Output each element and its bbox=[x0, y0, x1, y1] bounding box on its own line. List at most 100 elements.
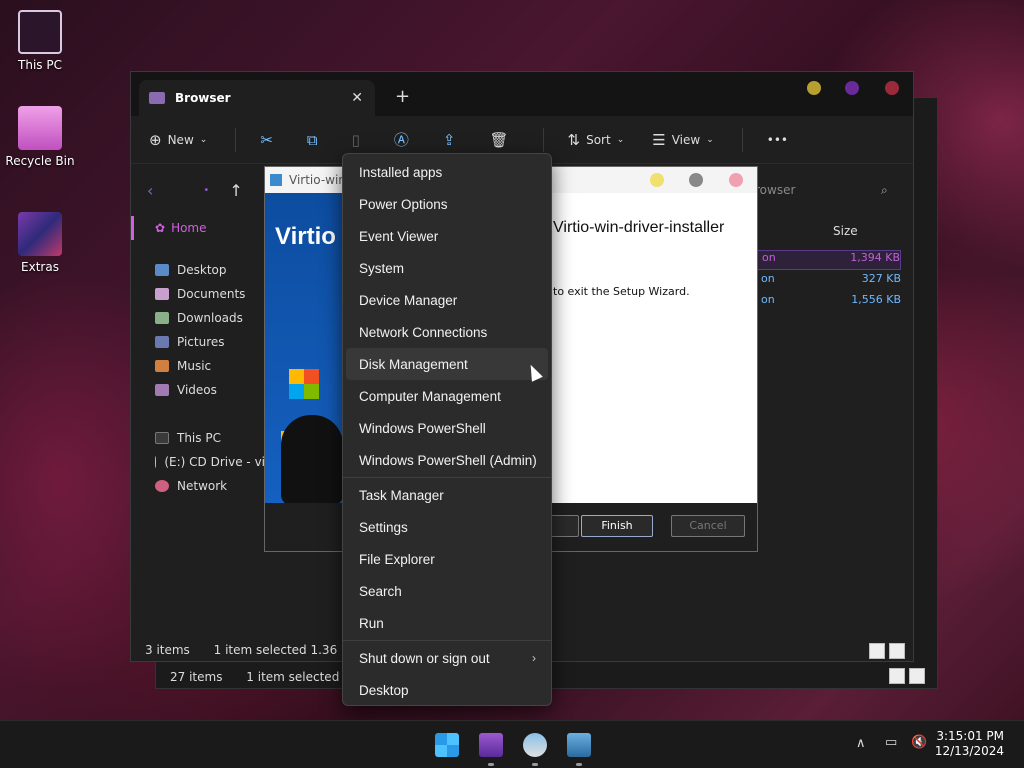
file-type: on bbox=[762, 251, 776, 264]
finish-button[interactable]: Finish bbox=[581, 515, 653, 537]
up-arrow-icon[interactable]: ↑ bbox=[229, 181, 242, 200]
column-header-size[interactable]: Size bbox=[833, 224, 858, 238]
chevron-up-icon[interactable]: ∧ bbox=[856, 736, 866, 751]
sidebar-item-label: Documents bbox=[177, 287, 246, 301]
sidebar-item-home[interactable]: ✿ Home bbox=[131, 216, 265, 240]
navigation-pane: ✿ Home Desktop Documents Downloads Pictu… bbox=[131, 216, 265, 631]
cut-button[interactable]: ✂ bbox=[260, 131, 279, 149]
search-icon[interactable]: ⌕ bbox=[881, 183, 888, 198]
table-row[interactable]: on 1,556 KB bbox=[751, 293, 901, 313]
new-tab-button[interactable]: + bbox=[395, 86, 410, 107]
toolbar-divider bbox=[542, 127, 544, 152]
menu-item-search[interactable]: Search bbox=[346, 575, 548, 607]
tab-bar: Browser ✕ + bbox=[131, 72, 913, 116]
sidebar-item-videos[interactable]: Videos bbox=[131, 378, 265, 402]
sidebar-item-desktop[interactable]: Desktop bbox=[131, 258, 265, 282]
details-view-icon[interactable] bbox=[889, 668, 905, 684]
tiles-view-icon[interactable] bbox=[889, 643, 905, 659]
menu-item-network-connections[interactable]: Network Connections bbox=[346, 316, 548, 348]
rename-button[interactable]: Ⓐ bbox=[394, 129, 415, 150]
documents-icon bbox=[155, 288, 169, 300]
view-label: View bbox=[671, 132, 701, 147]
menu-item-event-viewer[interactable]: Event Viewer bbox=[346, 220, 548, 252]
table-row[interactable]: on 1,394 KB bbox=[751, 250, 901, 270]
close-window-button[interactable] bbox=[729, 173, 743, 187]
menu-item-windows-powershell[interactable]: Windows PowerShell bbox=[346, 412, 548, 444]
maximize-button[interactable] bbox=[845, 81, 859, 95]
chevron-down-icon: ⌄ bbox=[616, 134, 625, 145]
close-window-button[interactable] bbox=[885, 81, 899, 95]
status-selected: 1 item selected 1.36 MB bbox=[213, 643, 360, 657]
close-icon[interactable]: ✕ bbox=[351, 90, 363, 106]
wizard-body-text: to exit the Setup Wizard. bbox=[553, 285, 690, 298]
menu-item-installed-apps[interactable]: Installed apps bbox=[346, 156, 548, 188]
desktop-icon-this-pc[interactable]: This PC bbox=[0, 10, 80, 72]
tab-title: Browser bbox=[175, 91, 231, 105]
tiles-view-icon[interactable] bbox=[909, 668, 925, 684]
sidebar-item-label: This PC bbox=[177, 431, 221, 445]
menu-item-system[interactable]: System bbox=[346, 252, 548, 284]
forward-indicator-icon[interactable]: • bbox=[203, 185, 209, 196]
folder-thumbnail-icon bbox=[18, 212, 62, 256]
minimize-button[interactable] bbox=[807, 81, 821, 95]
maximize-button[interactable] bbox=[689, 173, 703, 187]
dialog-title: Virtio-win bbox=[289, 173, 346, 187]
menu-item-disk-management[interactable]: Disk Management bbox=[346, 348, 548, 380]
back-arrow-icon[interactable]: ‹ bbox=[147, 181, 153, 200]
file-type: on bbox=[761, 272, 775, 285]
disk-tool-taskbar-icon[interactable] bbox=[523, 733, 547, 757]
share-button[interactable]: ⇪ bbox=[443, 131, 462, 149]
sort-button[interactable]: ⇅ Sort ⌄ bbox=[568, 131, 625, 149]
file-size: 1,394 KB bbox=[850, 251, 900, 264]
sidebar-item-label: Music bbox=[177, 359, 212, 373]
sidebar-item-label: Home bbox=[171, 221, 207, 235]
view-button[interactable]: ☰ View ⌄ bbox=[652, 131, 713, 149]
sidebar-item-label: Desktop bbox=[177, 263, 227, 277]
clipboard-icon: ▯ bbox=[351, 130, 360, 149]
details-view-icon[interactable] bbox=[869, 643, 885, 659]
recycle-bin-icon bbox=[18, 106, 62, 150]
menu-item-power-options[interactable]: Power Options bbox=[346, 188, 548, 220]
more-options-button[interactable]: ••• bbox=[767, 133, 788, 147]
file-explorer-taskbar-icon[interactable] bbox=[479, 733, 503, 757]
more-icon: ••• bbox=[766, 132, 788, 147]
installer-taskbar-icon[interactable] bbox=[567, 733, 591, 757]
sidebar-item-cd-drive[interactable]: (E:) CD Drive - vi bbox=[131, 450, 265, 474]
new-label: New bbox=[167, 132, 194, 147]
menu-item-run[interactable]: Run bbox=[346, 607, 548, 639]
paste-button[interactable]: ▯ bbox=[352, 131, 366, 149]
share-icon: ⇪ bbox=[442, 130, 456, 149]
sidebar-item-this-pc[interactable]: This PC bbox=[131, 426, 265, 450]
sidebar-item-music[interactable]: Music bbox=[131, 354, 265, 378]
minimize-button[interactable] bbox=[650, 173, 664, 187]
menu-item-settings[interactable]: Settings bbox=[346, 511, 548, 543]
clock-time: 3:15:01 PM bbox=[936, 729, 1004, 743]
new-button[interactable]: ⊕ New ⌄ bbox=[149, 131, 207, 149]
cancel-button[interactable]: Cancel bbox=[671, 515, 745, 537]
menu-item-windows-powershell-admin[interactable]: Windows PowerShell (Admin) bbox=[346, 444, 548, 476]
tab-browser[interactable]: Browser ✕ bbox=[139, 80, 375, 116]
delete-button[interactable]: 🗑 bbox=[489, 131, 514, 149]
desktop-icon-extras[interactable]: Extras bbox=[0, 212, 80, 274]
sidebar-item-pictures[interactable]: Pictures bbox=[131, 330, 265, 354]
table-row[interactable]: on 327 KB bbox=[751, 272, 901, 292]
start-button-windows-icon[interactable] bbox=[435, 733, 459, 757]
speaker-muted-icon[interactable]: 🔇 bbox=[911, 735, 927, 750]
desktop-icon-recycle-bin[interactable]: Recycle Bin bbox=[0, 106, 80, 168]
toolbar-divider bbox=[235, 127, 237, 152]
menu-item-desktop[interactable]: Desktop bbox=[346, 674, 548, 706]
menu-item-device-manager[interactable]: Device Manager bbox=[346, 284, 548, 316]
search-input[interactable]: rowser bbox=[755, 183, 795, 197]
menu-item-computer-management[interactable]: Computer Management bbox=[346, 380, 548, 412]
menu-item-file-explorer[interactable]: File Explorer bbox=[346, 543, 548, 575]
sidebar-item-network[interactable]: Network bbox=[131, 474, 265, 498]
menu-item-shut-down[interactable]: Shut down or sign out › bbox=[346, 642, 548, 674]
menu-item-task-manager[interactable]: Task Manager bbox=[346, 479, 548, 511]
copy-button[interactable]: ⧉ bbox=[307, 131, 324, 149]
system-clock[interactable]: 3:15:01 PM 12/13/2024 bbox=[935, 729, 1004, 759]
sidebar-item-documents[interactable]: Documents bbox=[131, 282, 265, 306]
back-status-items: 27 items bbox=[170, 670, 223, 684]
sidebar-item-downloads[interactable]: Downloads bbox=[131, 306, 265, 330]
network-status-icon[interactable]: ▭ bbox=[885, 735, 897, 750]
trash-icon: 🗑 bbox=[489, 130, 509, 149]
